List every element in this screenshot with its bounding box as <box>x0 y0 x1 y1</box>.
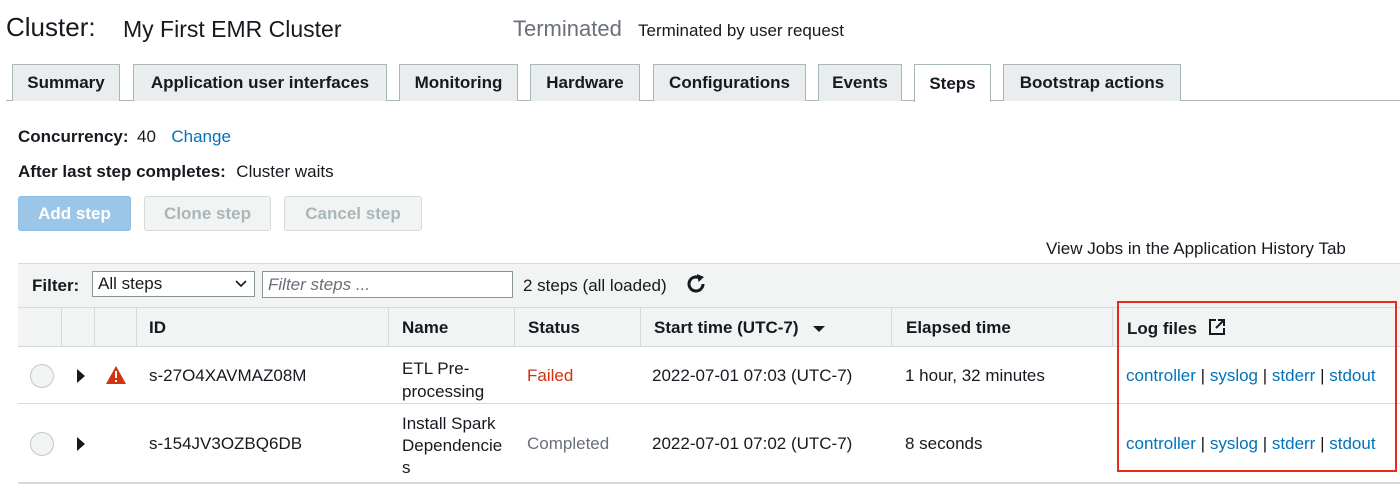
column-divider <box>94 307 95 347</box>
cluster-label: Cluster: <box>6 12 96 42</box>
column-header-status[interactable]: Status <box>528 318 580 338</box>
cancel-step-button[interactable]: Cancel step <box>284 196 422 231</box>
step-start-time: 2022-07-01 07:02 (UTC-7) <box>652 434 853 453</box>
step-name-line: s <box>402 458 411 477</box>
row-select-radio[interactable] <box>30 432 54 456</box>
step-id: s-154JV3OZBQ6DB <box>149 434 303 453</box>
application-history-link[interactable]: View Jobs in the Application History Tab <box>1046 239 1346 259</box>
loaded-count: 2 steps (all loaded) <box>523 276 667 295</box>
sort-descending-icon <box>813 325 826 332</box>
filter-label: Filter: <box>32 276 80 295</box>
column-divider <box>640 307 641 347</box>
start-time-header-label: Start time (UTC-7) <box>654 318 799 337</box>
column-header-id[interactable]: ID <box>149 318 166 338</box>
cluster-status-reason: Terminated by user request <box>638 21 844 40</box>
column-divider <box>136 307 137 347</box>
chevron-down-icon <box>235 280 247 288</box>
step-elapsed-time: 8 seconds <box>905 434 983 453</box>
column-header-elapsed-time[interactable]: Elapsed time <box>906 318 1011 338</box>
after-last-step-row: After last step completes: Cluster waits <box>18 162 334 182</box>
column-divider <box>388 307 389 347</box>
expand-row-caret-icon[interactable] <box>77 437 85 451</box>
tab-events[interactable]: Events <box>818 64 902 101</box>
step-status: Failed <box>527 366 574 385</box>
step-start-time: 2022-07-01 07:03 (UTC-7) <box>652 366 853 385</box>
column-divider <box>61 307 62 347</box>
concurrency-label: Concurrency: <box>18 127 129 146</box>
step-name-line: processing <box>402 382 485 401</box>
step-status: Completed <box>527 434 610 453</box>
tab-configurations[interactable]: Configurations <box>653 64 806 101</box>
tab-monitoring[interactable]: Monitoring <box>399 64 518 101</box>
cluster-name: My First EMR Cluster <box>123 16 342 42</box>
filter-select[interactable]: All steps <box>92 271 255 297</box>
step-name-line: Dependencie <box>402 436 503 455</box>
cluster-status: Terminated <box>513 16 622 41</box>
concurrency-value: 40 <box>136 127 156 146</box>
column-header-name[interactable]: Name <box>402 318 448 338</box>
column-divider <box>514 307 515 347</box>
change-concurrency-link[interactable]: Change <box>171 127 231 146</box>
tab-hardware[interactable]: Hardware <box>530 64 640 101</box>
column-divider <box>891 307 892 347</box>
after-last-step-label: After last step completes: <box>18 162 226 181</box>
step-name-line: ETL Pre- <box>402 359 470 378</box>
column-divider <box>1112 307 1113 347</box>
expand-row-caret-icon[interactable] <box>77 369 85 383</box>
row-select-radio[interactable] <box>30 364 54 388</box>
after-last-step-value: Cluster waits <box>236 162 334 181</box>
tab-application-user-interfaces[interactable]: Application user interfaces <box>133 64 387 101</box>
tab-bootstrap-actions[interactable]: Bootstrap actions <box>1003 64 1181 101</box>
table-bottom-border <box>18 482 1400 484</box>
step-name-line: Install Spark <box>402 414 496 433</box>
tab-steps[interactable]: Steps <box>914 64 991 102</box>
clone-step-button[interactable]: Clone step <box>144 196 271 231</box>
log-files-highlight-box <box>1117 301 1397 472</box>
concurrency-row: Concurrency: 40 Change <box>18 127 231 147</box>
step-name: Install Spark Dependencie s <box>402 413 502 479</box>
tab-summary[interactable]: Summary <box>12 64 120 101</box>
step-elapsed-time: 1 hour, 32 minutes <box>905 366 1045 385</box>
add-step-button[interactable]: Add step <box>18 196 131 231</box>
step-name: ETL Pre- processing <box>402 357 484 403</box>
filter-steps-input[interactable] <box>262 271 513 298</box>
warning-triangle-icon <box>106 366 126 384</box>
column-header-start-time[interactable]: Start time (UTC-7) <box>654 318 827 338</box>
refresh-icon[interactable] <box>684 272 708 296</box>
filter-select-value: All steps <box>98 274 163 293</box>
step-id: s-27O4XAVMAZ08M <box>149 366 307 385</box>
